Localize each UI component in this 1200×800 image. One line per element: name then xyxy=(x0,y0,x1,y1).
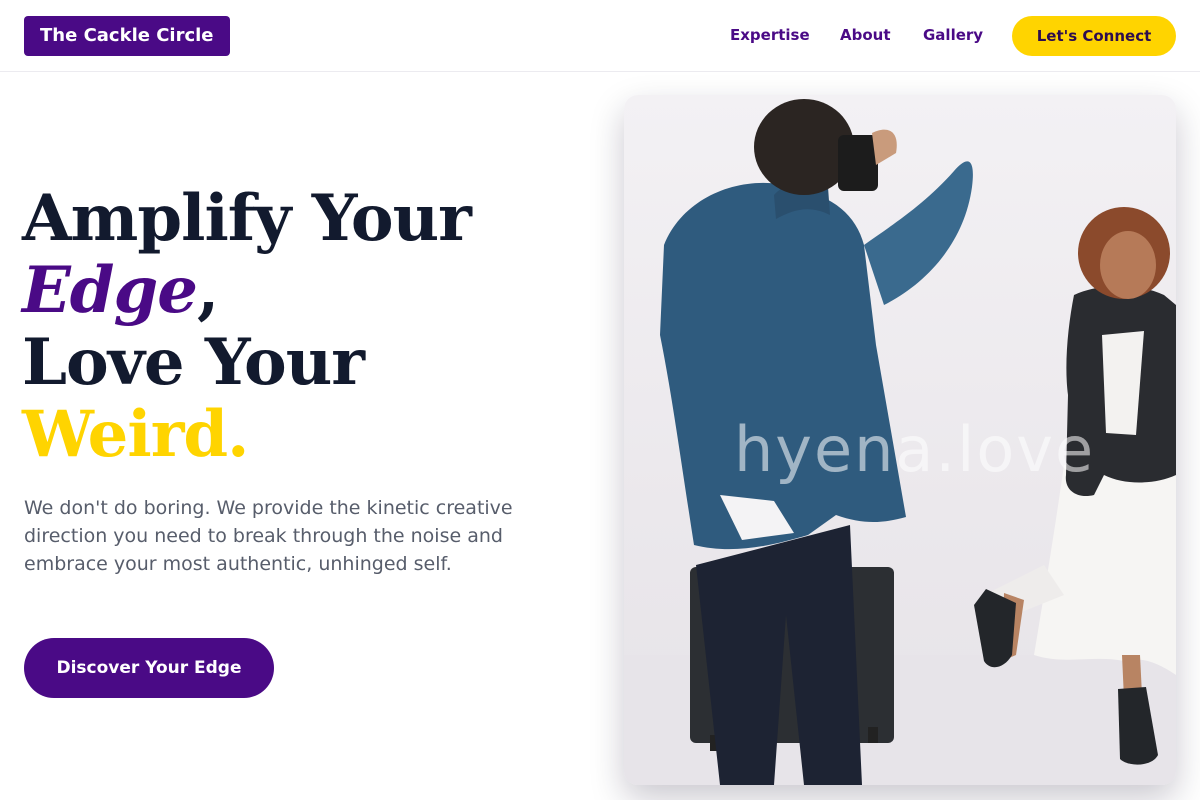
hero-subtitle: We don't do boring. We provide the kinet… xyxy=(24,497,513,575)
photographer-hand xyxy=(872,129,897,165)
hero-title-comma: , xyxy=(197,253,219,328)
hero-title-line-1: Amplify Your xyxy=(22,181,472,256)
stool-leg xyxy=(868,727,878,743)
photographer-arm xyxy=(864,161,973,305)
woman-face xyxy=(1100,231,1156,299)
photographer-shirt xyxy=(660,182,906,550)
camera xyxy=(838,135,878,191)
hero-title: Amplify Your Edge, Love Your Weird. xyxy=(22,183,582,471)
nav-link-expertise[interactable]: Expertise xyxy=(730,24,810,46)
lets-connect-button[interactable]: Let's Connect xyxy=(1012,16,1176,56)
woman-skirt xyxy=(1034,455,1176,675)
brand-logo[interactable]: The Cackle Circle xyxy=(24,16,230,56)
discover-your-edge-button[interactable]: Discover Your Edge xyxy=(24,638,274,698)
site-header: The Cackle Circle Expertise About Galler… xyxy=(0,0,1200,72)
photo-watermark: hyena.love xyxy=(734,413,1096,486)
hero-title-line-3: Love Your xyxy=(22,325,365,400)
hero-title-line-2: Edge, xyxy=(22,255,582,327)
nav-link-gallery[interactable]: Gallery xyxy=(923,24,983,46)
hero-title-weird: Weird. xyxy=(22,397,249,472)
hero-photo: hyena.love xyxy=(624,95,1176,785)
hero-title-edge: Edge xyxy=(22,253,198,328)
nav-link-about[interactable]: About xyxy=(840,24,891,46)
